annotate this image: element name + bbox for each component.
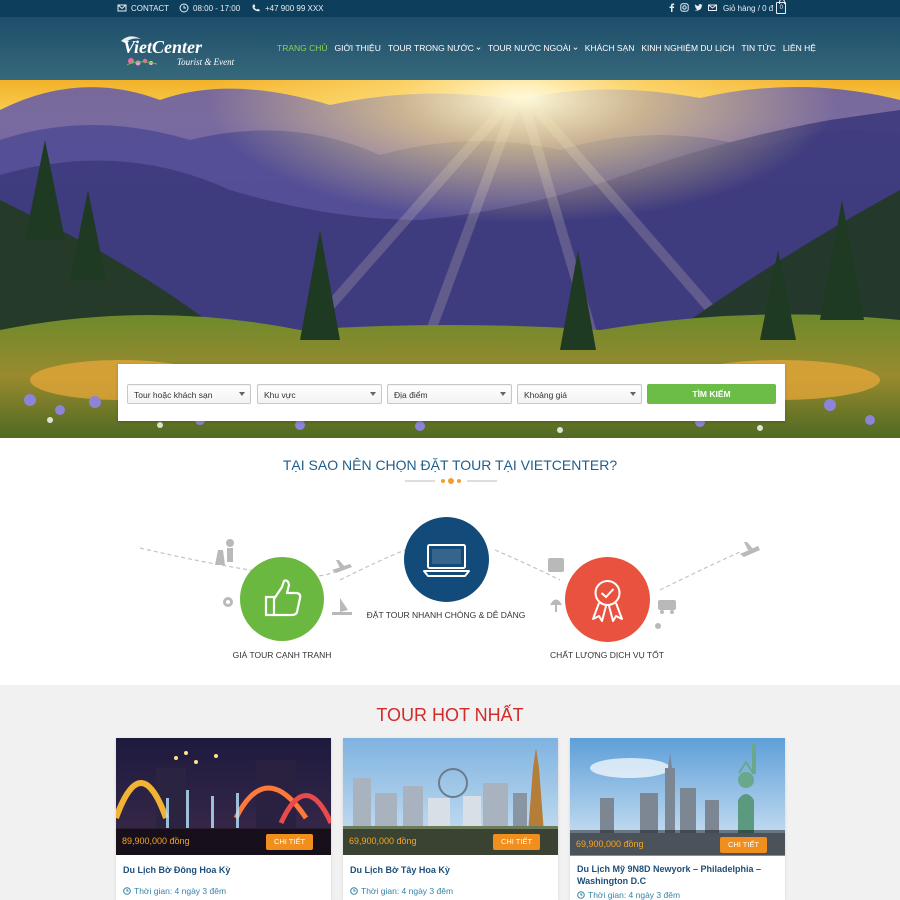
- detail-button[interactable]: CHI TIẾT: [493, 834, 540, 850]
- phone-link[interactable]: +47 900 99 XXX: [251, 3, 324, 13]
- feature-price-label: GIÁ TOUR CẠNH TRANH: [232, 650, 332, 660]
- stars-divider: [405, 478, 497, 484]
- nav-item-hotels[interactable]: KHÁCH SẠN: [585, 43, 635, 53]
- nav-item-home[interactable]: TRANG CHỦ: [277, 43, 328, 53]
- feature-booking-circle: [404, 517, 489, 602]
- main-nav: TRANG CHỦ GIỚI THIỆU TOUR TRONG NƯỚC TOU…: [277, 43, 816, 53]
- chevron-down-icon: [573, 46, 578, 50]
- tour-price: 69,900,000 đồng: [576, 839, 644, 849]
- hot-tours-title: TOUR HOT NHẤT: [376, 705, 524, 725]
- tour-duration: Thời gian: 4 ngày 3 đêm: [577, 890, 680, 900]
- cart-link[interactable]: Giỏ hàng / 0 đ 0: [723, 0, 787, 14]
- nav-item-travel-tips[interactable]: KINH NGHIỆM DU LỊCH: [641, 43, 734, 53]
- nav-label: GIỚI THIỆU: [334, 43, 381, 53]
- clock-icon: [350, 887, 358, 895]
- laptop-icon: [423, 544, 470, 577]
- why-choose-title: TẠI SAO NÊN CHỌN ĐẶT TOUR TẠI VIETCENTER…: [282, 457, 618, 473]
- tour-card[interactable]: 89,900,000 đồng CHI TIẾT Du Lịch Bờ Đông…: [116, 738, 331, 900]
- site-logo[interactable]: VietCenter Tourist & Event: [117, 31, 242, 69]
- price-range-select[interactable]: Khoảng giá: [517, 384, 642, 404]
- feature-quality-circle: [565, 557, 650, 642]
- select-value: Khoảng giá: [524, 390, 568, 400]
- cart-count: 0: [779, 5, 783, 11]
- search-button[interactable]: TÌM KIẾM: [647, 384, 776, 404]
- tour-price: 69,900,000 đồng: [349, 836, 417, 846]
- tour-title[interactable]: Du Lịch Bờ Đông Hoa Kỳ: [123, 864, 323, 876]
- top-bar: CONTACT 08:00 - 17:00 +47 900 99 XXX Giỏ…: [0, 0, 900, 17]
- tour-or-hotel-select[interactable]: Tour hoặc khách sạn: [127, 384, 251, 404]
- duration-text: Thời gian: 4 ngày 3 đêm: [134, 886, 227, 896]
- nav-label: KHÁCH SẠN: [584, 43, 635, 53]
- destination-select[interactable]: Địa điểm: [387, 384, 512, 404]
- phone-label: +47 900 99 XXX: [265, 3, 324, 13]
- tour-title[interactable]: Du Lịch Mỹ 9N8D Newyork – Philadelphia –…: [577, 863, 777, 887]
- contact-link[interactable]: CONTACT: [117, 3, 169, 13]
- nav-label: TRANG CHỦ: [277, 43, 328, 53]
- tour-card[interactable]: 69,900,000 đồng CHI TIẾT Du Lịch Bờ Tây …: [343, 738, 558, 900]
- nav-item-international-tours[interactable]: TOUR NƯỚC NGOÀI: [488, 43, 578, 53]
- contact-label: CONTACT: [131, 3, 170, 13]
- tour-card[interactable]: 69,900,000 đồng CHI TIẾT Du Lịch Mỹ 9N8D…: [570, 738, 785, 900]
- nav-label: TOUR NƯỚC NGOÀI: [487, 43, 571, 53]
- opening-hours: 08:00 - 17:00: [179, 3, 240, 13]
- nav-label: TIN TỨC: [741, 43, 776, 53]
- detail-button[interactable]: CHI TIẾT: [266, 834, 313, 850]
- clock-icon: [123, 887, 131, 895]
- feature-quality-label: CHẤT LƯỢNG DỊCH VỤ TỐT: [550, 650, 664, 660]
- chevron-down-icon: [476, 46, 481, 50]
- nav-item-about[interactable]: GIỚI THIỆU: [335, 43, 381, 53]
- nav-label: LIÊN HỆ: [782, 43, 816, 53]
- facebook-icon[interactable]: [668, 3, 675, 12]
- tour-search-form: Tour hoặc khách sạn Khu vực Địa điểm Kho…: [118, 364, 785, 421]
- tour-price: 89,900,000 đồng: [122, 836, 190, 846]
- nav-label: KINH NGHIỆM DU LỊCH: [641, 43, 735, 53]
- select-value: Khu vực: [264, 390, 296, 400]
- dropdown-arrow-icon: [630, 392, 636, 396]
- nav-item-contact[interactable]: LIÊN HỆ: [783, 43, 816, 53]
- award-badge-icon: [592, 580, 623, 622]
- social-links: [668, 3, 717, 12]
- feature-booking-label: ĐẶT TOUR NHANH CHÓNG & DỄ DÀNG: [366, 610, 526, 620]
- nav-item-domestic-tours[interactable]: TOUR TRONG NƯỚC: [388, 43, 481, 53]
- instagram-icon[interactable]: [680, 3, 689, 12]
- phone-icon: [252, 4, 260, 12]
- nav-label: TOUR TRONG NƯỚC: [387, 43, 474, 53]
- dropdown-arrow-icon: [239, 392, 245, 396]
- dropdown-arrow-icon: [500, 392, 506, 396]
- site-header: VietCenter Tourist & Event TRANG CHỦ GIỚ…: [0, 17, 900, 80]
- tour-duration: Thời gian: 4 ngày 3 đêm: [350, 886, 453, 896]
- nav-item-news[interactable]: TIN TỨC: [741, 43, 776, 53]
- duration-text: Thời gian: 4 ngày 3 đêm: [361, 886, 454, 896]
- hours-label: 08:00 - 17:00: [193, 3, 241, 13]
- clock-icon: [577, 891, 585, 899]
- detail-button[interactable]: CHI TIẾT: [720, 837, 767, 853]
- thumbs-up-icon: [264, 579, 302, 617]
- cart-bag-icon: 0: [776, 0, 787, 14]
- duration-text: Thời gian: 4 ngày 3 đêm: [588, 890, 681, 900]
- feature-price-circle: [240, 557, 324, 641]
- select-value: Địa điểm: [394, 390, 428, 400]
- clock-icon: [179, 3, 189, 13]
- dropdown-arrow-icon: [370, 392, 376, 396]
- tour-title[interactable]: Du Lịch Bờ Tây Hoa Kỳ: [350, 864, 550, 876]
- region-select[interactable]: Khu vực: [257, 384, 382, 404]
- logo-text: VietCenter: [123, 37, 203, 57]
- mail-icon[interactable]: [708, 3, 717, 12]
- cart-label: Giỏ hàng / 0 đ: [723, 4, 774, 13]
- logo-tagline: Tourist & Event: [177, 57, 235, 67]
- tour-duration: Thời gian: 4 ngày 3 đêm: [123, 886, 226, 896]
- envelope-icon: [117, 4, 127, 12]
- select-value: Tour hoặc khách sạn: [134, 390, 213, 400]
- twitter-icon[interactable]: [694, 3, 703, 12]
